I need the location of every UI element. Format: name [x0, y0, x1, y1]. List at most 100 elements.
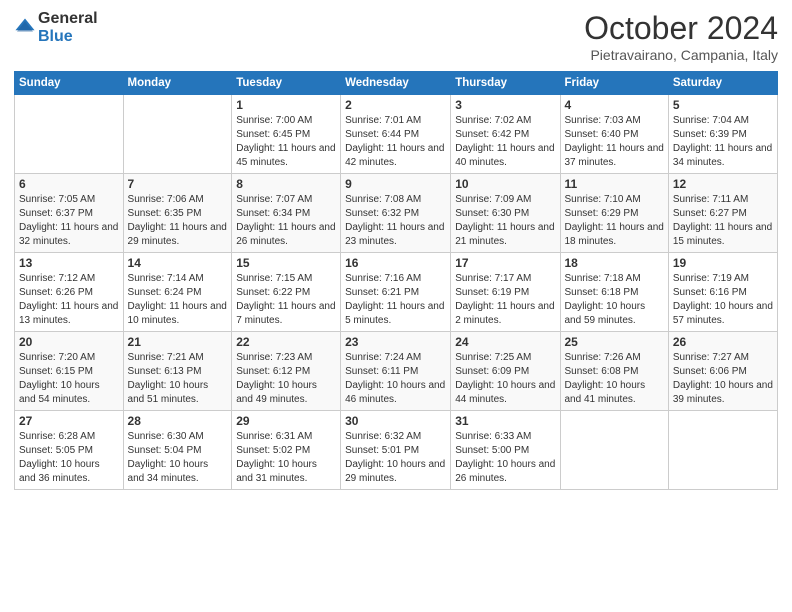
calendar-cell: 14 Sunrise: 7:14 AMSunset: 6:24 PMDayligh… — [123, 253, 232, 332]
calendar-week-0: 1 Sunrise: 7:00 AMSunset: 6:45 PMDaylight… — [15, 95, 778, 174]
calendar-cell: 5 Sunrise: 7:04 AMSunset: 6:39 PMDaylight… — [668, 95, 777, 174]
day-number: 21 — [128, 335, 228, 349]
calendar-cell: 2 Sunrise: 7:01 AMSunset: 6:44 PMDaylight… — [341, 95, 451, 174]
header-monday: Monday — [123, 72, 232, 95]
page: General Blue October 2024 Pietravairano,… — [0, 0, 792, 612]
calendar-cell: 15 Sunrise: 7:15 AMSunset: 6:22 PMDayligh… — [232, 253, 341, 332]
calendar-cell: 8Sunrise: 7:07 AMSunset: 6:34 PMDaylight… — [232, 174, 341, 253]
calendar-cell: 27 Sunrise: 6:28 AMSunset: 5:05 PMDayligh… — [15, 411, 124, 490]
day-info: Sunrise: 7:02 AMSunset: 6:42 PMDaylight:… — [455, 114, 555, 170]
calendar-cell: 3Sunrise: 7:02 AMSunset: 6:42 PMDaylight… — [451, 95, 560, 174]
day-info: Sunrise: 6:32 AMSunset: 5:01 PMDaylight:… — [345, 430, 446, 486]
day-info: Sunrise: 7:14 AMSunset: 6:24 PMDaylight:… — [128, 272, 228, 328]
day-info: Sunrise: 7:03 AMSunset: 6:40 PMDaylight:… — [565, 114, 664, 170]
day-number: 25 — [565, 335, 664, 349]
day-number: 29 — [236, 414, 336, 428]
day-info: Sunrise: 7:19 AMSunset: 6:16 PMDaylight:… — [673, 272, 773, 328]
day-info: Sunrise: 7:24 AMSunset: 6:11 PMDaylight:… — [345, 351, 446, 407]
day-info: Sunrise: 7:27 AMSunset: 6:06 PMDaylight:… — [673, 351, 773, 407]
day-number: 12 — [673, 177, 773, 191]
calendar-cell: 18 Sunrise: 7:18 AMSunset: 6:18 PMDayligh… — [560, 253, 668, 332]
day-number: 31 — [455, 414, 555, 428]
calendar-cell: 1 Sunrise: 7:00 AMSunset: 6:45 PMDaylight… — [232, 95, 341, 174]
calendar-cell: 19Sunrise: 7:19 AMSunset: 6:16 PMDayligh… — [668, 253, 777, 332]
day-number: 28 — [128, 414, 228, 428]
calendar-cell — [123, 95, 232, 174]
calendar-cell: 30 Sunrise: 6:32 AMSunset: 5:01 PMDayligh… — [341, 411, 451, 490]
day-number: 7 — [128, 177, 228, 191]
calendar-cell: 7 Sunrise: 7:06 AMSunset: 6:35 PMDaylight… — [123, 174, 232, 253]
day-info: Sunrise: 7:06 AMSunset: 6:35 PMDaylight:… — [128, 193, 228, 249]
day-info: Sunrise: 7:26 AMSunset: 6:08 PMDaylight:… — [565, 351, 664, 407]
month-title: October 2024 — [584, 10, 778, 47]
day-info: Sunrise: 7:17 AMSunset: 6:19 PMDaylight:… — [455, 272, 555, 328]
day-number: 20 — [19, 335, 119, 349]
day-number: 5 — [673, 98, 773, 112]
day-number: 27 — [19, 414, 119, 428]
day-number: 18 — [565, 256, 664, 270]
calendar-week-2: 13 Sunrise: 7:12 AMSunset: 6:26 PMDayligh… — [15, 253, 778, 332]
calendar-cell: 22Sunrise: 7:23 AMSunset: 6:12 PMDayligh… — [232, 332, 341, 411]
calendar-cell: 21 Sunrise: 7:21 AMSunset: 6:13 PMDayligh… — [123, 332, 232, 411]
header-sunday: Sunday — [15, 72, 124, 95]
day-number: 17 — [455, 256, 555, 270]
calendar-cell: 29 Sunrise: 6:31 AMSunset: 5:02 PMDayligh… — [232, 411, 341, 490]
day-number: 10 — [455, 177, 555, 191]
title-block: October 2024 Pietravairano, Campania, It… — [584, 10, 778, 63]
calendar-cell: 4Sunrise: 7:03 AMSunset: 6:40 PMDaylight… — [560, 95, 668, 174]
day-info: Sunrise: 6:28 AMSunset: 5:05 PMDaylight:… — [19, 430, 119, 486]
header: General Blue October 2024 Pietravairano,… — [14, 10, 778, 63]
day-info: Sunrise: 7:01 AMSunset: 6:44 PMDaylight:… — [345, 114, 446, 170]
calendar-week-1: 6 Sunrise: 7:05 AMSunset: 6:37 PMDaylight… — [15, 174, 778, 253]
day-number: 8 — [236, 177, 336, 191]
calendar-cell: 6 Sunrise: 7:05 AMSunset: 6:37 PMDaylight… — [15, 174, 124, 253]
day-info: Sunrise: 7:15 AMSunset: 6:22 PMDaylight:… — [236, 272, 336, 328]
calendar-cell: 10Sunrise: 7:09 AMSunset: 6:30 PMDayligh… — [451, 174, 560, 253]
day-number: 2 — [345, 98, 446, 112]
day-number: 1 — [236, 98, 336, 112]
calendar-cell: 26 Sunrise: 7:27 AMSunset: 6:06 PMDayligh… — [668, 332, 777, 411]
day-number: 26 — [673, 335, 773, 349]
day-info: Sunrise: 7:11 AMSunset: 6:27 PMDaylight:… — [673, 193, 773, 249]
day-info: Sunrise: 7:20 AMSunset: 6:15 PMDaylight:… — [19, 351, 119, 407]
day-number: 16 — [345, 256, 446, 270]
header-saturday: Saturday — [668, 72, 777, 95]
day-number: 22 — [236, 335, 336, 349]
day-number: 23 — [345, 335, 446, 349]
header-friday: Friday — [560, 72, 668, 95]
header-tuesday: Tuesday — [232, 72, 341, 95]
day-info: Sunrise: 7:05 AMSunset: 6:37 PMDaylight:… — [19, 193, 119, 249]
day-info: Sunrise: 7:12 AMSunset: 6:26 PMDaylight:… — [19, 272, 119, 328]
calendar-cell: 23 Sunrise: 7:24 AMSunset: 6:11 PMDayligh… — [341, 332, 451, 411]
day-number: 30 — [345, 414, 446, 428]
calendar-cell: 28 Sunrise: 6:30 AMSunset: 5:04 PMDayligh… — [123, 411, 232, 490]
header-wednesday: Wednesday — [341, 72, 451, 95]
location: Pietravairano, Campania, Italy — [584, 47, 778, 63]
day-number: 9 — [345, 177, 446, 191]
day-info: Sunrise: 7:00 AMSunset: 6:45 PMDaylight:… — [236, 114, 336, 170]
logo: General Blue — [14, 10, 98, 45]
header-row: Sunday Monday Tuesday Wednesday Thursday… — [15, 72, 778, 95]
day-info: Sunrise: 7:25 AMSunset: 6:09 PMDaylight:… — [455, 351, 555, 407]
day-info: Sunrise: 6:30 AMSunset: 5:04 PMDaylight:… — [128, 430, 228, 486]
day-info: Sunrise: 7:04 AMSunset: 6:39 PMDaylight:… — [673, 114, 773, 170]
day-number: 6 — [19, 177, 119, 191]
day-info: Sunrise: 7:16 AMSunset: 6:21 PMDaylight:… — [345, 272, 446, 328]
calendar-cell: 20 Sunrise: 7:20 AMSunset: 6:15 PMDayligh… — [15, 332, 124, 411]
calendar-cell: 31 Sunrise: 6:33 AMSunset: 5:00 PMDayligh… — [451, 411, 560, 490]
calendar-cell: 11Sunrise: 7:10 AMSunset: 6:29 PMDayligh… — [560, 174, 668, 253]
logo-text: General Blue — [38, 10, 98, 45]
day-info: Sunrise: 7:21 AMSunset: 6:13 PMDaylight:… — [128, 351, 228, 407]
day-info: Sunrise: 7:18 AMSunset: 6:18 PMDaylight:… — [565, 272, 664, 328]
day-number: 11 — [565, 177, 664, 191]
calendar-cell — [560, 411, 668, 490]
calendar-cell: 12 Sunrise: 7:11 AMSunset: 6:27 PMDayligh… — [668, 174, 777, 253]
day-info: Sunrise: 6:33 AMSunset: 5:00 PMDaylight:… — [455, 430, 555, 486]
day-number: 13 — [19, 256, 119, 270]
calendar-cell: 16 Sunrise: 7:16 AMSunset: 6:21 PMDayligh… — [341, 253, 451, 332]
day-info: Sunrise: 6:31 AMSunset: 5:02 PMDaylight:… — [236, 430, 336, 486]
calendar-cell: 9Sunrise: 7:08 AMSunset: 6:32 PMDaylight… — [341, 174, 451, 253]
day-number: 15 — [236, 256, 336, 270]
calendar-cell — [668, 411, 777, 490]
day-number: 14 — [128, 256, 228, 270]
